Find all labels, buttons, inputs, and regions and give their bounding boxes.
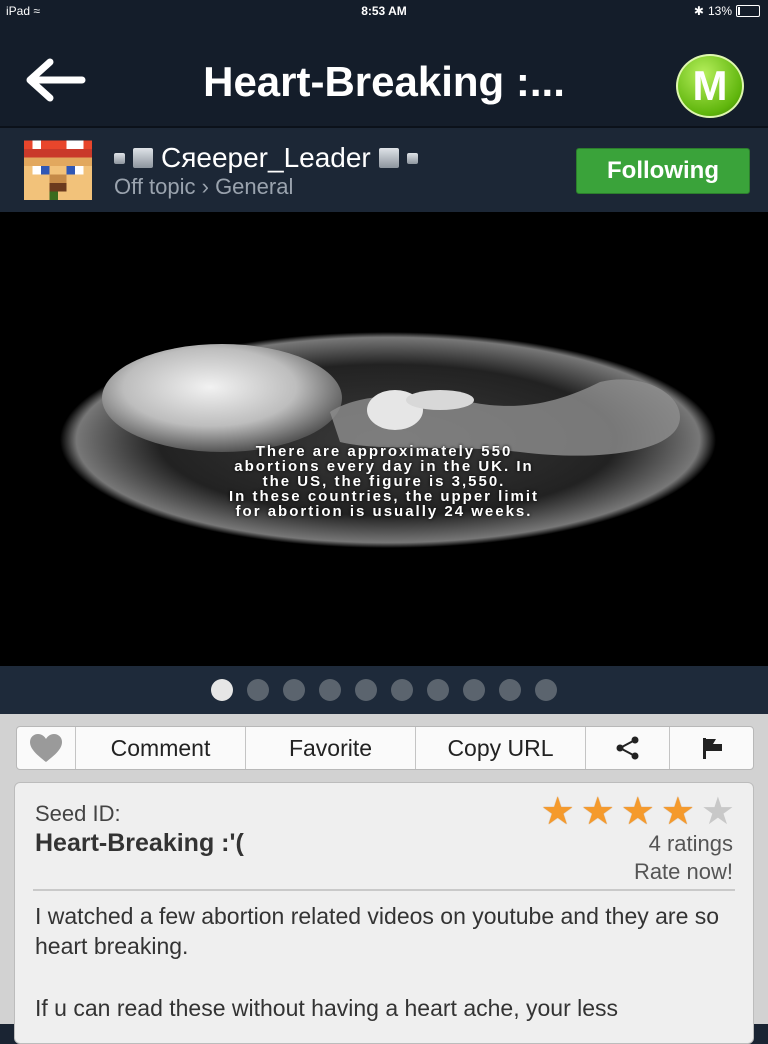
status-bar: iPad ≈ 8:53 AM ✱ 13% <box>0 0 768 22</box>
following-button[interactable]: Following <box>576 148 750 194</box>
star-icon[interactable]: ★ <box>661 793 695 831</box>
seed-id-label: Seed ID: <box>35 801 121 826</box>
flag-icon <box>702 738 722 759</box>
battery-percent: 13% <box>707 4 732 18</box>
navigation-bar: Heart-Breaking :... M <box>0 22 768 128</box>
page-dot[interactable] <box>211 679 233 701</box>
page-dot[interactable] <box>283 679 305 701</box>
star-icon[interactable]: ★ <box>621 793 655 831</box>
category-breadcrumb[interactable]: Off topic › General <box>114 174 293 200</box>
share-button[interactable] <box>586 727 670 769</box>
caption-line: In these countries, the upper limit <box>228 488 540 505</box>
page-dot[interactable] <box>535 679 557 701</box>
star-icon[interactable]: ★ <box>541 793 575 831</box>
caption-line: There are approximately 550 <box>255 443 513 460</box>
page-title: Heart-Breaking :... <box>203 58 565 105</box>
username-text: Cяeeper_Leader <box>161 142 371 173</box>
bluetooth-icon: ✱ <box>693 4 704 18</box>
status-time: 8:53 AM <box>361 4 407 18</box>
menu-button[interactable]: M <box>676 54 744 118</box>
divider <box>33 889 735 891</box>
post-body-paragraph: If u can read these without having a hea… <box>35 995 619 1021</box>
battery-icon <box>736 5 760 17</box>
caption-line: for abortion is usually 24 weeks. <box>235 503 533 520</box>
image-caption: There are approximately 550 abortions ev… <box>84 444 684 519</box>
post-details: Comment Favorite Copy URL Seed ID: Heart… <box>0 714 768 1044</box>
caption-line: abortions every day in the UK. In <box>234 458 534 475</box>
status-right: ✱ 13% <box>694 4 760 18</box>
fetus-illustration <box>60 332 716 548</box>
caption-line: the US, the figure is 3,550. <box>262 473 506 490</box>
like-button[interactable] <box>17 727 76 769</box>
star-icon[interactable]: ★ <box>701 793 735 831</box>
decor-square-icon <box>133 148 153 168</box>
post-image[interactable]: There are approximately 550 abortions ev… <box>0 212 768 666</box>
avatar[interactable] <box>24 140 92 200</box>
page-dot[interactable] <box>463 679 485 701</box>
menu-letter: M <box>692 62 728 109</box>
page-dot[interactable] <box>427 679 449 701</box>
page-dot[interactable] <box>499 679 521 701</box>
page-dot[interactable] <box>247 679 269 701</box>
report-button[interactable] <box>670 727 753 769</box>
back-arrow-icon[interactable] <box>26 58 86 102</box>
favorite-button[interactable]: Favorite <box>246 727 416 769</box>
seed-title: Heart-Breaking :'( <box>35 829 244 857</box>
username[interactable]: Cяeeper_Leader <box>114 142 418 174</box>
author-bar: Cяeeper_Leader Off topic › General Follo… <box>0 128 768 212</box>
copy-url-button[interactable]: Copy URL <box>416 727 586 769</box>
heart-icon <box>30 734 62 762</box>
action-bar: Comment Favorite Copy URL <box>16 726 754 770</box>
decor-square-icon <box>406 152 418 164</box>
page-indicator <box>0 666 768 714</box>
seed-card: Seed ID: Heart-Breaking :'( ★ ★ ★ ★ ★ 4 rati… <box>14 782 754 1044</box>
star-icon[interactable]: ★ <box>581 793 615 831</box>
decor-square-icon <box>378 148 399 168</box>
page-dot[interactable] <box>355 679 377 701</box>
post-body-paragraph: I watched a few abortion related videos … <box>35 903 720 959</box>
share-icon <box>616 736 638 760</box>
comment-button[interactable]: Comment <box>76 727 246 769</box>
ratings-count: 4 ratings <box>648 831 733 856</box>
star-rating[interactable]: ★ ★ ★ ★ ★ <box>541 793 735 831</box>
decor-square-icon <box>114 152 125 164</box>
page-dot[interactable] <box>319 679 341 701</box>
page-dot[interactable] <box>391 679 413 701</box>
rate-now-link[interactable]: Rate now! <box>634 859 733 885</box>
